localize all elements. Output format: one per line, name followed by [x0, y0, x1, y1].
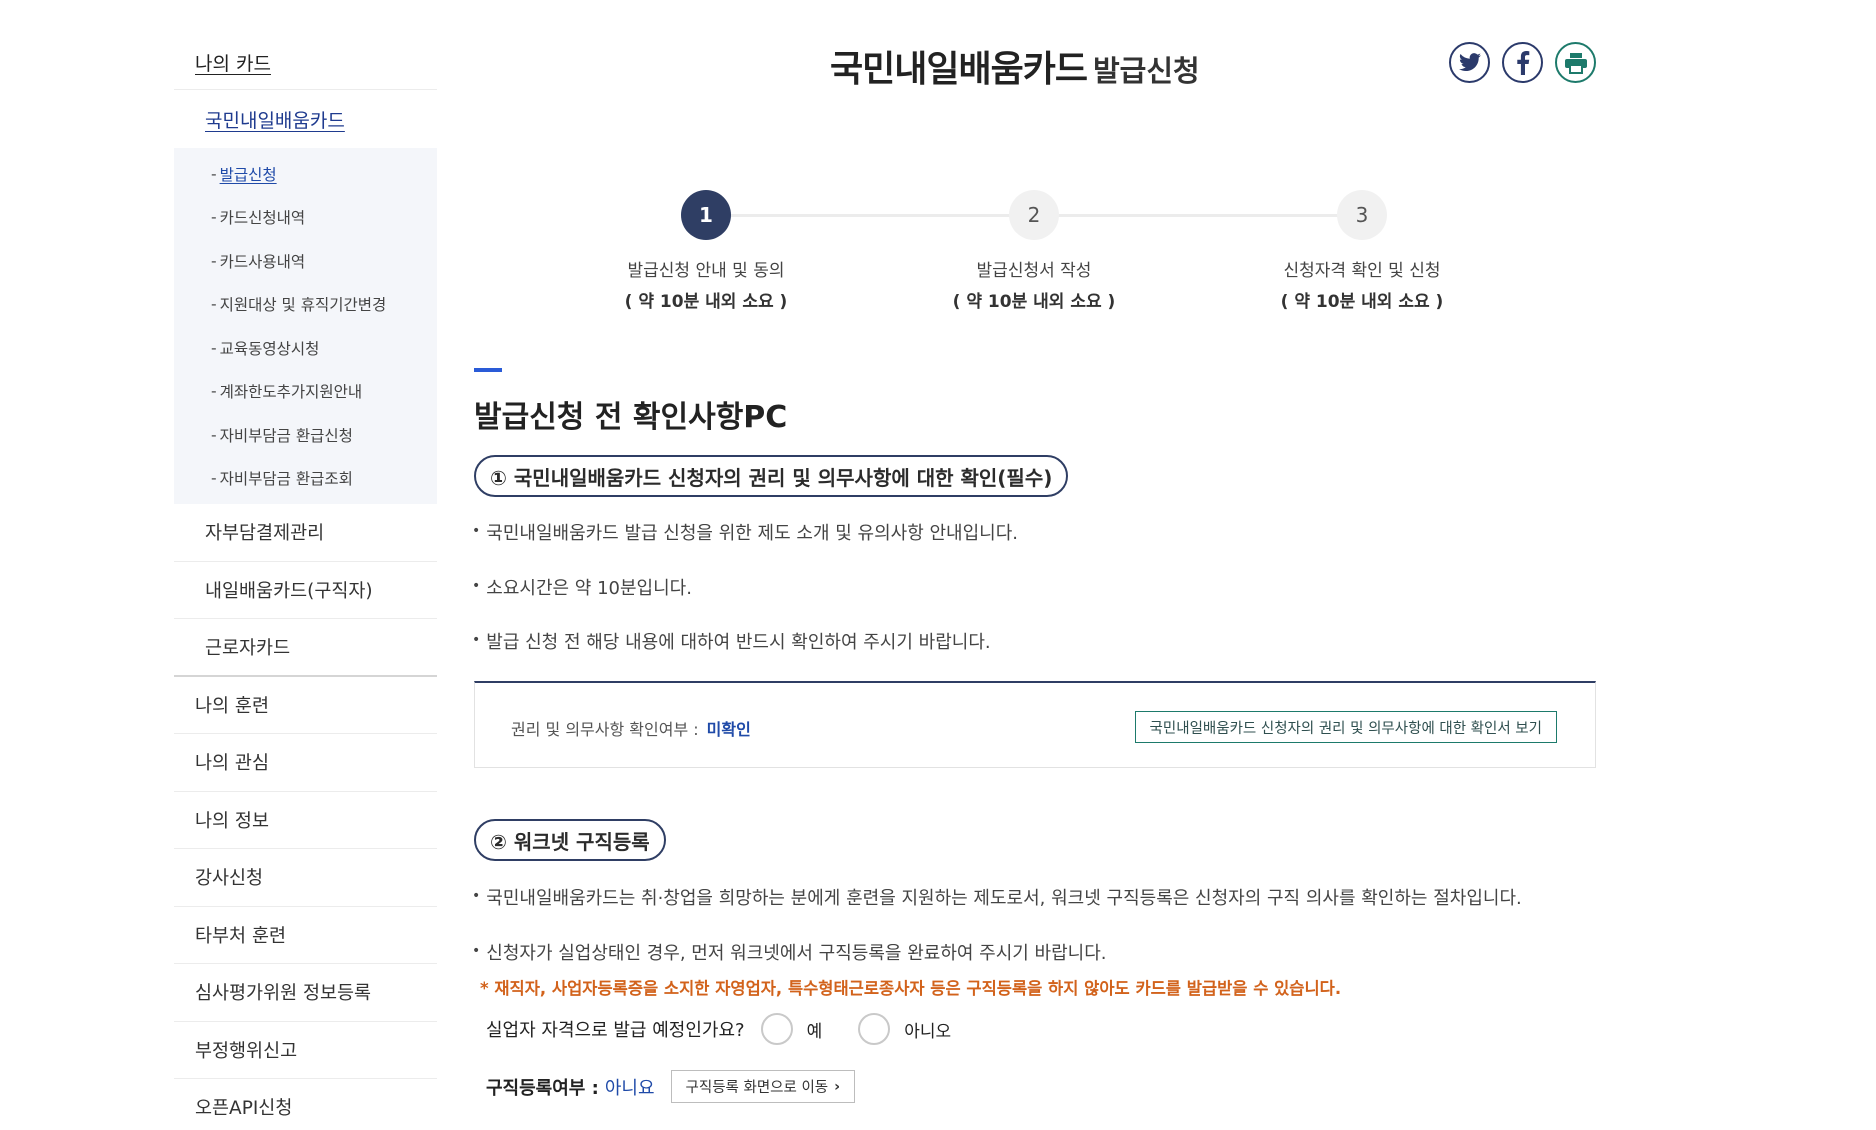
sidebar-child-video[interactable]: - 교육동영상시청	[174, 326, 437, 370]
step-duration: ( 약 10분 내외 소요 )	[952, 292, 1116, 312]
part1-bullet: • 발급 신청 전 해당 내용에 대하여 반드시 확인하여 주시기 바랍니다.	[472, 632, 991, 653]
confirm-status: 권리 및 의무사항 확인여부 : 미확인	[511, 716, 751, 740]
sidebar-child-label: 교육동영상시청	[219, 339, 320, 358]
step-duration: ( 약 10분 내외 소요 )	[624, 292, 788, 312]
sidebar-item-my-info[interactable]: 나의 정보	[174, 792, 437, 849]
section-title: 발급신청 전 확인사항PC	[474, 400, 788, 435]
sidebar-item-my-interest[interactable]: 나의 관심	[174, 734, 437, 792]
sidebar-child-label: 카드사용내역	[219, 252, 306, 271]
sidebar-child-label: 자비부담금 환급조회	[219, 470, 353, 489]
bullet-text: 소요시간은 약 10분입니다.	[486, 578, 692, 599]
step-1: 1 발급신청 안내 및 동의 ( 약 10분 내외 소요 )	[606, 190, 806, 312]
radio-no-label[interactable]: 아니오	[904, 1017, 951, 1042]
sidebar-child-change[interactable]: - 지원대상 및 휴직기간변경	[174, 283, 437, 327]
step-number: 1	[681, 190, 731, 240]
view-confirmation-button[interactable]: 국민내일배움카드 신청자의 권리 및 의무사항에 대한 확인서 보기	[1134, 711, 1557, 743]
radio-yes[interactable]	[760, 1013, 793, 1045]
part2-bullet: • 신청자가 실업상태인 경우, 먼저 워크넷에서 구직등록을 완료하여 주시기 …	[472, 943, 1107, 964]
confirm-status-label: 권리 및 의무사항 확인여부 :	[511, 720, 699, 739]
part2-bullet: • 국민내일배움카드는 취·창업을 희망하는 분에게 훈련을 지원하는 제도로서,…	[472, 888, 1522, 909]
radio-yes-label[interactable]: 예	[807, 1017, 823, 1042]
part1-bullet: • 국민내일배움카드 발급 신청을 위한 제도 소개 및 유의사항 안내입니다.	[472, 523, 1018, 544]
sidebar: 나의 카드 국민내일배움카드 - 발급신청 - 카드신청내역 - 카드사용내역 - 지원…	[174, 36, 437, 1130]
bullet-text: 국민내일배움카드 발급 신청을 위한 제도 소개 및 유의사항 안내입니다.	[486, 523, 1018, 544]
part2-heading: ② 워크넷 구직등록	[474, 819, 666, 861]
status-value: 아니요	[604, 1077, 655, 1099]
sidebar-item-jobseeker-card[interactable]: 내일배움카드(구직자)	[174, 562, 437, 619]
facebook-icon[interactable]	[1502, 42, 1543, 83]
go-job-registration-button[interactable]: 구직등록 화면으로 이동 ›	[670, 1070, 856, 1103]
sidebar-child-apply[interactable]: - 발급신청	[174, 152, 437, 196]
share-buttons	[1449, 42, 1596, 83]
job-registration-status: 구직등록여부 : 아니요 구직등록 화면으로 이동 ›	[486, 1070, 856, 1103]
step-2: 2 발급신청서 작성 ( 약 10분 내외 소요 )	[934, 190, 1134, 312]
sidebar-child-limit[interactable]: - 계좌한도추가지원안내	[174, 370, 437, 414]
sidebar-item-other-ministry[interactable]: 타부처 훈련	[174, 907, 437, 964]
sidebar-item-reviewer[interactable]: 심사평가위원 정보등록	[174, 964, 437, 1022]
sidebar-item-instructor[interactable]: 강사신청	[174, 849, 437, 907]
sidebar-child-label: 지원대상 및 휴직기간변경	[219, 296, 387, 315]
part1-heading: ① 국민내일배움카드 신청자의 권리 및 의무사항에 대한 확인(필수)	[474, 455, 1069, 497]
chevron-right-icon: ›	[834, 1078, 841, 1095]
step-number: 2	[1009, 190, 1059, 240]
sidebar-item-my-training[interactable]: 나의 훈련	[174, 677, 437, 734]
bullet-text: 국민내일배움카드는 취·창업을 희망하는 분에게 훈련을 지원하는 제도로서, …	[486, 888, 1522, 909]
status-label: 구직등록여부 :	[486, 1077, 599, 1099]
section-accent-bar	[474, 368, 502, 372]
progress-stepper: 1 발급신청 안내 및 동의 ( 약 10분 내외 소요 ) 2 발급신청서 작…	[600, 190, 1443, 312]
sidebar-child-refund-apply[interactable]: - 자비부담금 환급신청	[174, 413, 437, 457]
sidebar-item-report[interactable]: 부정행위신고	[174, 1022, 437, 1079]
sidebar-item-open-api[interactable]: 오픈API신청	[174, 1079, 437, 1130]
step-duration: ( 약 10분 내외 소요 )	[1280, 292, 1444, 312]
step-label: 발급신청 안내 및 동의	[627, 261, 785, 281]
sidebar-submenu: - 발급신청 - 카드신청내역 - 카드사용내역 - 지원대상 및 휴직기간변경 - 교육…	[174, 148, 437, 504]
sidebar-child-label: 자비부담금 환급신청	[219, 426, 353, 445]
sidebar-title-my-card[interactable]: 나의 카드	[174, 36, 437, 90]
bullet-text: 신청자가 실업상태인 경우, 먼저 워크넷에서 구직등록을 완료하여 주시기 바…	[486, 943, 1107, 964]
sidebar-item-worker-card[interactable]: 근로자카드	[174, 619, 437, 677]
page-title-sub: 발급신청	[1092, 54, 1200, 88]
sidebar-item-self-pay[interactable]: 자부담결제관리	[174, 504, 437, 562]
unemployed-question: 실업자 자격으로 발급 예정인가요? 예 아니오	[486, 1013, 987, 1045]
part1-bullet: • 소요시간은 약 10분입니다.	[472, 578, 692, 599]
sidebar-item-national-card[interactable]: 국민내일배움카드	[174, 90, 437, 148]
sidebar-child-label: 발급신청	[219, 165, 277, 184]
step-label: 발급신청서 작성	[976, 261, 1092, 281]
sidebar-child-label: 계좌한도추가지원안내	[219, 383, 363, 402]
sidebar-child-label: 카드신청내역	[219, 209, 306, 228]
radio-no[interactable]	[858, 1013, 891, 1045]
step-label: 신청자격 확인 및 신청	[1283, 261, 1441, 281]
page-title: 국민내일배움카드 발급신청	[830, 40, 1200, 92]
step-3: 3 신청자격 확인 및 신청 ( 약 10분 내외 소요 )	[1262, 190, 1462, 312]
button-label: 구직등록 화면으로 이동	[685, 1080, 829, 1096]
notice-text: * 재직자, 사업자등록증을 소지한 자영업자, 특수형태근로종사자 등은 구직…	[480, 979, 1342, 998]
sidebar-child-history[interactable]: - 카드신청내역	[174, 196, 437, 240]
question-label: 실업자 자격으로 발급 예정인가요?	[486, 1020, 745, 1041]
print-icon[interactable]	[1555, 42, 1596, 83]
sidebar-child-refund-check[interactable]: - 자비부담금 환급조회	[174, 457, 437, 501]
confirm-status-value: 미확인	[706, 720, 751, 739]
confirm-status-box: 권리 및 의무사항 확인여부 : 미확인 국민내일배움카드 신청자의 권리 및 의…	[474, 681, 1596, 768]
step-number: 3	[1337, 190, 1387, 240]
twitter-icon[interactable]	[1449, 42, 1490, 83]
sidebar-child-usage[interactable]: - 카드사용내역	[174, 239, 437, 283]
page-title-main: 국민내일배움카드	[830, 49, 1088, 90]
bullet-text: 발급 신청 전 해당 내용에 대하여 반드시 확인하여 주시기 바랍니다.	[486, 632, 991, 653]
